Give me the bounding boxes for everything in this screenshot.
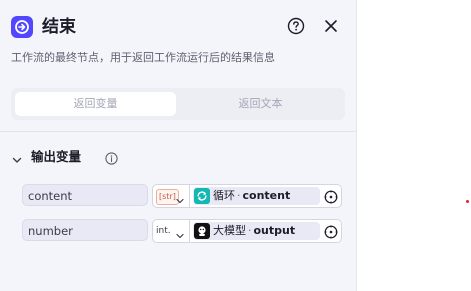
info-icon[interactable] [105, 150, 118, 165]
panel-header: 结束 工作流的最终节点，用于返回工作流运行后的结果信息 [0, 0, 356, 70]
separator [189, 185, 190, 207]
variable-row: number int. 大模型 · output [0, 219, 356, 243]
target-icon[interactable] [324, 224, 338, 239]
panel-title: 结束 [42, 17, 76, 37]
reference-label: 循环 · content [213, 187, 290, 205]
end-node-panel: 结束 工作流的最终节点，用于返回工作流运行后的结果信息 返回变量 返回文本 输出… [0, 0, 357, 291]
end-node-icon [11, 16, 33, 38]
panel-description: 工作流的最终节点，用于返回工作流运行后的结果信息 [11, 51, 275, 64]
tab-return-text[interactable]: 返回文本 [180, 92, 341, 116]
chevron-down-icon[interactable] [175, 191, 185, 204]
variable-name-input[interactable]: content [22, 184, 148, 206]
variable-name-input[interactable]: number [22, 219, 148, 241]
chevron-down-icon[interactable] [11, 151, 23, 163]
divider [0, 131, 356, 132]
close-icon[interactable] [323, 18, 339, 34]
target-icon[interactable] [324, 189, 338, 204]
variable-row: content [str] 循环 · content [0, 184, 356, 208]
source-node-name: 循环 [213, 189, 235, 202]
variable-value-select: int. 大模型 · output [152, 219, 342, 243]
reference-separator: · [248, 224, 252, 237]
variable-value-select: [str] 循环 · content [152, 184, 342, 208]
variable-reference[interactable]: 大模型 · output [193, 222, 320, 240]
source-variable-name: output [253, 224, 296, 237]
output-mode-tabs: 返回变量 返回文本 [11, 88, 345, 120]
section-title-output-variables: 输出变量 [31, 149, 82, 164]
source-variable-name: content [242, 189, 291, 202]
variable-reference[interactable]: 循环 · content [193, 187, 320, 205]
reference-label: 大模型 · output [213, 222, 295, 240]
source-node-name: 大模型 [213, 224, 246, 237]
llm-icon [194, 223, 210, 239]
chevron-down-icon[interactable] [175, 226, 185, 239]
help-icon[interactable] [287, 17, 305, 35]
separator [189, 220, 190, 242]
cursor-marker [466, 200, 469, 203]
reference-separator: · [237, 189, 241, 202]
type-badge: int. [156, 226, 171, 236]
loop-icon [194, 188, 210, 204]
tab-return-variables[interactable]: 返回变量 [15, 92, 176, 116]
